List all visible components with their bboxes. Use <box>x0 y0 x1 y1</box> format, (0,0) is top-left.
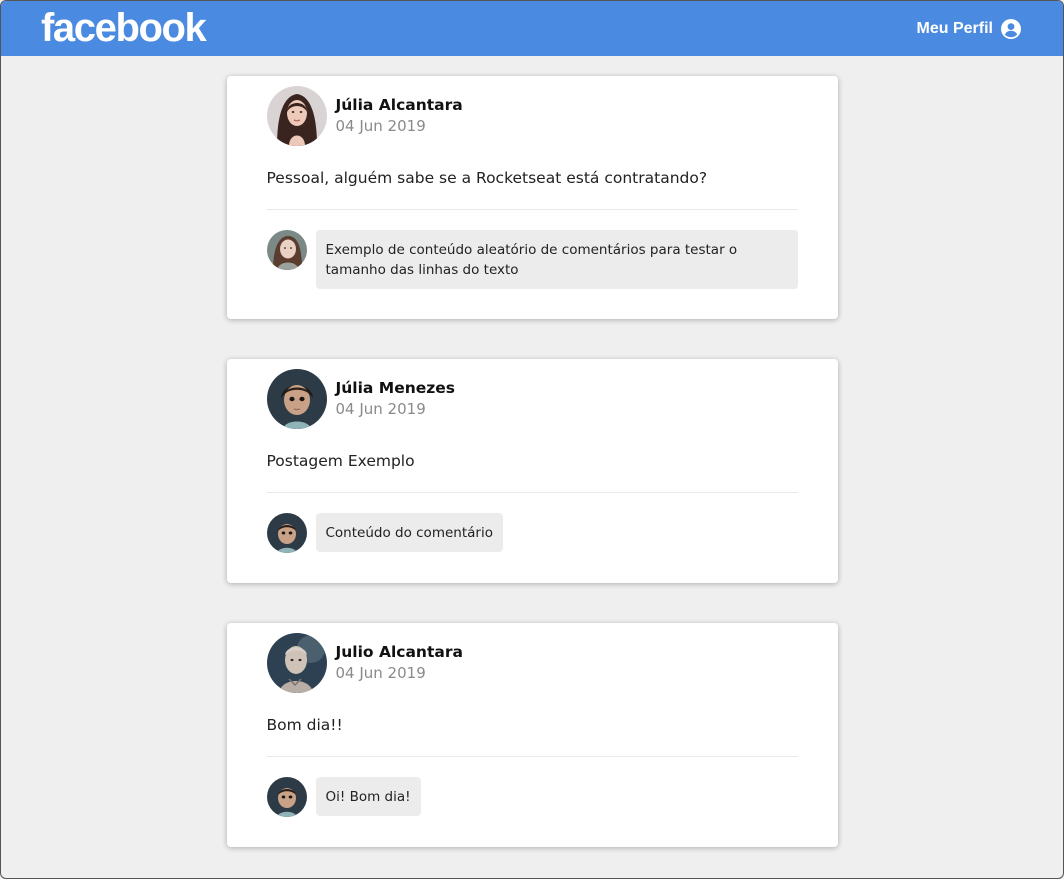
author-info: Júlia Menezes 04 Jun 2019 <box>336 378 456 420</box>
my-profile-link[interactable]: Meu Perfil <box>916 18 1021 39</box>
author-info: Júlia Alcantara 04 Jun 2019 <box>336 95 463 137</box>
post-date: 04 Jun 2019 <box>335 400 426 418</box>
post-content: Bom dia!! <box>266 714 798 757</box>
post-content: Pessoal, alguém sabe se a Rocketseat est… <box>266 167 798 210</box>
post-card: Júlia Menezes 04 Jun 2019 Postagem Exemp… <box>226 359 838 583</box>
author-avatar[interactable] <box>266 633 327 693</box>
comment: Oi! Bom dia! <box>266 777 798 817</box>
comment-bubble: Exemplo de conteúdo aleatório de comentá… <box>315 230 798 289</box>
post-date: 04 Jun 2019 <box>335 664 426 682</box>
user-circle-icon <box>1001 18 1021 39</box>
author-name[interactable]: Júlia Alcantara <box>336 95 463 115</box>
post-date: 04 Jun 2019 <box>335 117 426 135</box>
post-feed: Júlia Alcantara 04 Jun 2019 Pessoal, alg… <box>226 76 838 847</box>
comment-bubble: Conteúdo do comentário <box>315 513 503 552</box>
post-header: Julio Alcantara 04 Jun 2019 <box>266 633 798 693</box>
author-info: Julio Alcantara 04 Jun 2019 <box>336 642 463 684</box>
author-avatar[interactable] <box>266 86 327 146</box>
post-content: Postagem Exemplo <box>266 450 798 493</box>
commenter-avatar[interactable] <box>266 777 307 817</box>
commenter-avatar[interactable] <box>266 230 307 270</box>
author-name[interactable]: Julio Alcantara <box>336 642 463 662</box>
top-bar: facebook Meu Perfil <box>1 1 1063 56</box>
commenter-avatar[interactable] <box>266 513 307 553</box>
comment: Exemplo de conteúdo aleatório de comentá… <box>266 230 798 289</box>
post-header: Júlia Menezes 04 Jun 2019 <box>266 369 798 429</box>
post-header: Júlia Alcantara 04 Jun 2019 <box>266 86 798 146</box>
my-profile-label: Meu Perfil <box>916 19 993 37</box>
app-window: facebook Meu Perfil Júlia Alcantara 04 J… <box>0 0 1064 879</box>
facebook-logo[interactable]: facebook <box>41 8 207 48</box>
post-card: Julio Alcantara 04 Jun 2019 Bom dia!! Oi… <box>226 623 838 847</box>
author-avatar[interactable] <box>266 369 327 429</box>
comment-bubble: Oi! Bom dia! <box>315 777 421 816</box>
post-card: Júlia Alcantara 04 Jun 2019 Pessoal, alg… <box>226 76 838 319</box>
author-name[interactable]: Júlia Menezes <box>336 378 456 398</box>
comment: Conteúdo do comentário <box>266 513 798 553</box>
